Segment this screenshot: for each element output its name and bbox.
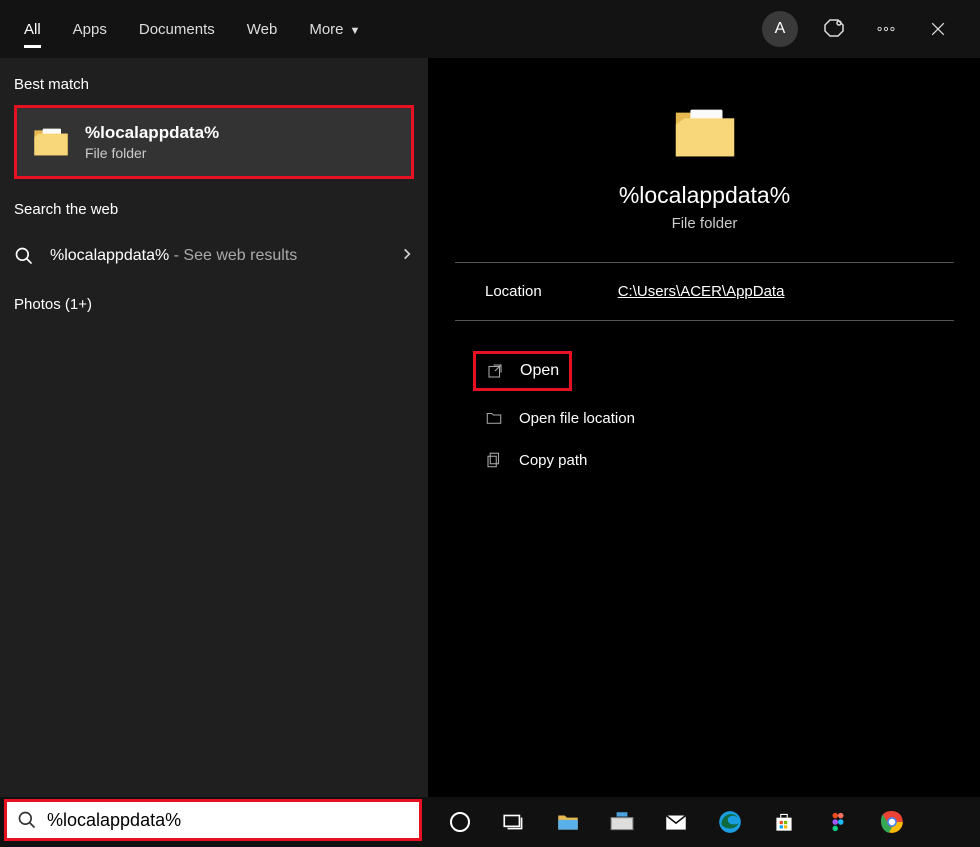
tab-apps[interactable]: Apps <box>57 3 123 56</box>
search-icon <box>17 810 37 830</box>
search-web-label: Search the web <box>0 179 428 230</box>
search-input[interactable] <box>47 810 409 831</box>
copy-icon <box>485 451 503 469</box>
tab-all[interactable]: All <box>8 3 57 56</box>
search-icon <box>14 246 34 266</box>
tab-more-label: More <box>309 21 343 38</box>
preview-subtitle: File folder <box>455 215 954 232</box>
figma-icon[interactable] <box>824 808 852 836</box>
action-open-label: Open <box>520 362 559 380</box>
action-copy-path-label: Copy path <box>519 452 587 469</box>
feedback-icon[interactable] <box>818 13 850 45</box>
task-view-icon[interactable] <box>500 808 528 836</box>
action-open-file-location[interactable]: Open file location <box>455 397 954 439</box>
tab-more[interactable]: More ▼ <box>293 3 376 56</box>
preview-folder-icon <box>670 98 740 168</box>
keyboard-icon[interactable] <box>608 808 636 836</box>
chevron-right-icon <box>400 247 414 266</box>
search-box[interactable] <box>4 799 422 841</box>
result-subtitle: File folder <box>85 145 219 161</box>
file-explorer-icon[interactable] <box>554 808 582 836</box>
best-match-label: Best match <box>0 76 428 105</box>
tab-web[interactable]: Web <box>231 3 294 56</box>
more-options-icon[interactable] <box>870 13 902 45</box>
location-label: Location <box>485 283 542 300</box>
chevron-down-icon: ▼ <box>350 25 361 37</box>
folder-outline-icon <box>485 409 503 427</box>
mail-icon[interactable] <box>662 808 690 836</box>
web-result-row[interactable]: %localappdata% - See web results <box>0 230 428 282</box>
tab-documents[interactable]: Documents <box>123 3 231 56</box>
preview-panel: %localappdata% File folder Location C:\U… <box>428 58 980 797</box>
web-result-text: %localappdata% - See web results <box>50 247 384 265</box>
close-icon[interactable] <box>922 13 954 45</box>
photos-label[interactable]: Photos (1+) <box>0 282 428 325</box>
store-icon[interactable] <box>770 808 798 836</box>
preview-title: %localappdata% <box>455 182 954 209</box>
cortana-icon[interactable] <box>446 808 474 836</box>
edge-icon[interactable] <box>716 808 744 836</box>
chrome-icon[interactable] <box>878 808 906 836</box>
action-open[interactable]: Open <box>473 351 572 391</box>
user-avatar[interactable]: A <box>762 11 798 47</box>
result-title: %localappdata% <box>85 123 219 143</box>
search-tabbar: All Apps Documents Web More ▼ A <box>0 0 980 58</box>
results-panel: Best match %localappdata% File folder Se… <box>0 58 428 797</box>
best-match-result[interactable]: %localappdata% File folder <box>14 105 414 179</box>
taskbar <box>0 797 980 847</box>
action-copy-path[interactable]: Copy path <box>455 439 954 481</box>
location-path-link[interactable]: C:\Users\ACER\AppData <box>618 283 785 300</box>
open-icon <box>486 362 504 380</box>
action-open-loc-label: Open file location <box>519 410 635 427</box>
folder-icon <box>31 122 71 162</box>
